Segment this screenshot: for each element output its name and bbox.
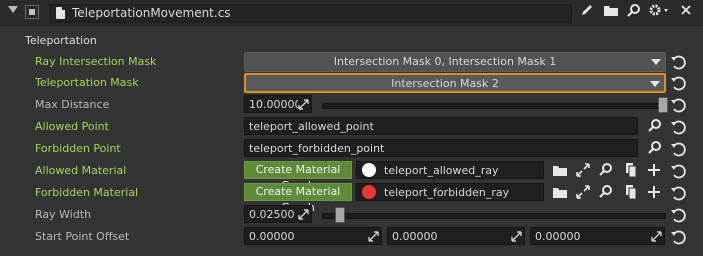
field-value: teleport_allowed_point (249, 120, 374, 133)
drag-value-icon[interactable] (511, 231, 522, 242)
create-material-graph-button[interactable]: Create Material Graph (244, 183, 352, 214)
row-teleportation-mask: Teleportation Mask Intersection Mask 2 (0, 72, 703, 94)
max-distance-slider-track[interactable] (322, 103, 666, 109)
forbidden-material-field[interactable]: teleport_forbidden_ray (356, 183, 544, 201)
offset-z-input[interactable]: 0.00000 (530, 227, 665, 245)
field-label: Ray Width (35, 208, 92, 221)
search-icon[interactable] (625, 3, 643, 21)
row-forbidden-material: Forbidden Material Create Material Graph… (0, 182, 703, 214)
copy-icon[interactable] (621, 161, 639, 179)
reset-icon[interactable] (670, 206, 688, 224)
search-icon[interactable] (597, 183, 615, 201)
chevron-down-icon (650, 81, 660, 87)
reset-icon[interactable] (670, 53, 688, 71)
drag-value-icon[interactable] (651, 231, 662, 242)
reset-icon[interactable] (670, 74, 688, 92)
expand-icon[interactable] (574, 161, 592, 179)
row-ray-width: Ray Width 0.02500 (0, 204, 703, 226)
forbidden-point-input[interactable]: teleport_forbidden_point (244, 139, 638, 157)
file-icon (56, 7, 65, 19)
dropdown-value: Intersection Mask 2 (391, 77, 499, 90)
field-value: 0.00000 (535, 230, 581, 243)
field-label: Forbidden Point (35, 142, 121, 155)
add-icon[interactable] (645, 183, 663, 201)
field-value: teleport_allowed_ray (384, 164, 499, 177)
drag-value-icon[interactable] (298, 99, 309, 110)
offset-x-input[interactable]: 0.00000 (244, 227, 382, 245)
section-title: Teleportation (25, 34, 97, 47)
copy-icon[interactable] (621, 183, 639, 201)
expand-icon[interactable] (574, 183, 592, 201)
search-icon[interactable] (646, 117, 664, 135)
row-ray-intersection-mask: Ray Intersection Mask Intersection Mask … (0, 51, 703, 73)
row-allowed-material: Allowed Material Create Material Graph t… (0, 160, 703, 192)
folder-icon[interactable] (551, 161, 569, 179)
pencil-icon[interactable] (578, 3, 596, 21)
ray-width-slider-track[interactable] (322, 213, 666, 219)
field-label: Teleportation Mask (35, 76, 139, 89)
search-icon[interactable] (597, 161, 615, 179)
field-value: teleport_forbidden_point (249, 142, 385, 155)
search-icon[interactable] (646, 139, 664, 157)
component-header: TeleportationMovement.cs (0, 0, 703, 26)
chevron-down-icon (651, 59, 661, 65)
enable-checkbox[interactable] (25, 5, 39, 19)
drag-value-icon[interactable] (298, 209, 309, 220)
create-material-graph-button[interactable]: Create Material Graph (244, 161, 352, 192)
max-distance-input[interactable]: 10.00000 (244, 95, 312, 113)
row-allowed-point: Allowed Point teleport_allowed_point (0, 116, 703, 138)
allowed-material-field[interactable]: teleport_allowed_ray (356, 161, 544, 179)
folder-icon[interactable] (551, 183, 569, 201)
allowed-point-input[interactable]: teleport_allowed_point (244, 117, 638, 135)
field-label: Max Distance (35, 98, 110, 111)
folder-icon[interactable] (602, 3, 620, 21)
field-value: 0.00000 (249, 230, 295, 243)
ray-intersection-mask-dropdown[interactable]: Intersection Mask 0, Intersection Mask 1 (244, 52, 666, 72)
slider-handle[interactable] (335, 207, 346, 223)
field-label: Allowed Point (35, 120, 109, 133)
row-forbidden-point: Forbidden Point teleport_forbidden_point (0, 138, 703, 160)
reset-icon[interactable] (670, 96, 688, 114)
component-file-field[interactable]: TeleportationMovement.cs (50, 4, 572, 23)
material-color-swatch (362, 163, 376, 177)
component-filename: TeleportationMovement.cs (72, 6, 231, 20)
reset-icon[interactable] (670, 228, 688, 246)
field-value: 10.00000 (249, 98, 302, 111)
drag-value-icon[interactable] (368, 231, 379, 242)
offset-y-input[interactable]: 0.00000 (387, 227, 525, 245)
material-color-swatch (362, 185, 376, 199)
ray-width-input[interactable]: 0.02500 (244, 205, 312, 223)
field-value: 0.00000 (392, 230, 438, 243)
reset-icon[interactable] (670, 118, 688, 136)
dropdown-value: Intersection Mask 0, Intersection Mask 1 (333, 55, 557, 68)
field-label: Allowed Material (35, 164, 127, 177)
teleportation-mask-dropdown[interactable]: Intersection Mask 2 (244, 73, 666, 93)
field-value: 0.02500 (249, 208, 295, 221)
reset-icon[interactable] (670, 140, 688, 158)
add-icon[interactable] (645, 161, 663, 179)
field-label: Forbidden Material (35, 186, 139, 199)
field-label: Ray Intersection Mask (35, 55, 157, 68)
row-max-distance: Max Distance 10.00000 (0, 94, 703, 116)
row-start-point-offset: Start Point Offset 0.00000 0.00000 0.000… (0, 226, 703, 248)
close-icon[interactable] (679, 3, 693, 21)
field-label: Start Point Offset (35, 230, 130, 243)
slider-handle[interactable] (658, 97, 668, 113)
reset-icon[interactable] (670, 184, 688, 202)
collapse-arrow-icon[interactable] (8, 6, 18, 13)
reset-icon[interactable] (670, 162, 688, 180)
field-value: teleport_forbidden_ray (384, 186, 510, 199)
gear-icon[interactable] (647, 3, 673, 21)
